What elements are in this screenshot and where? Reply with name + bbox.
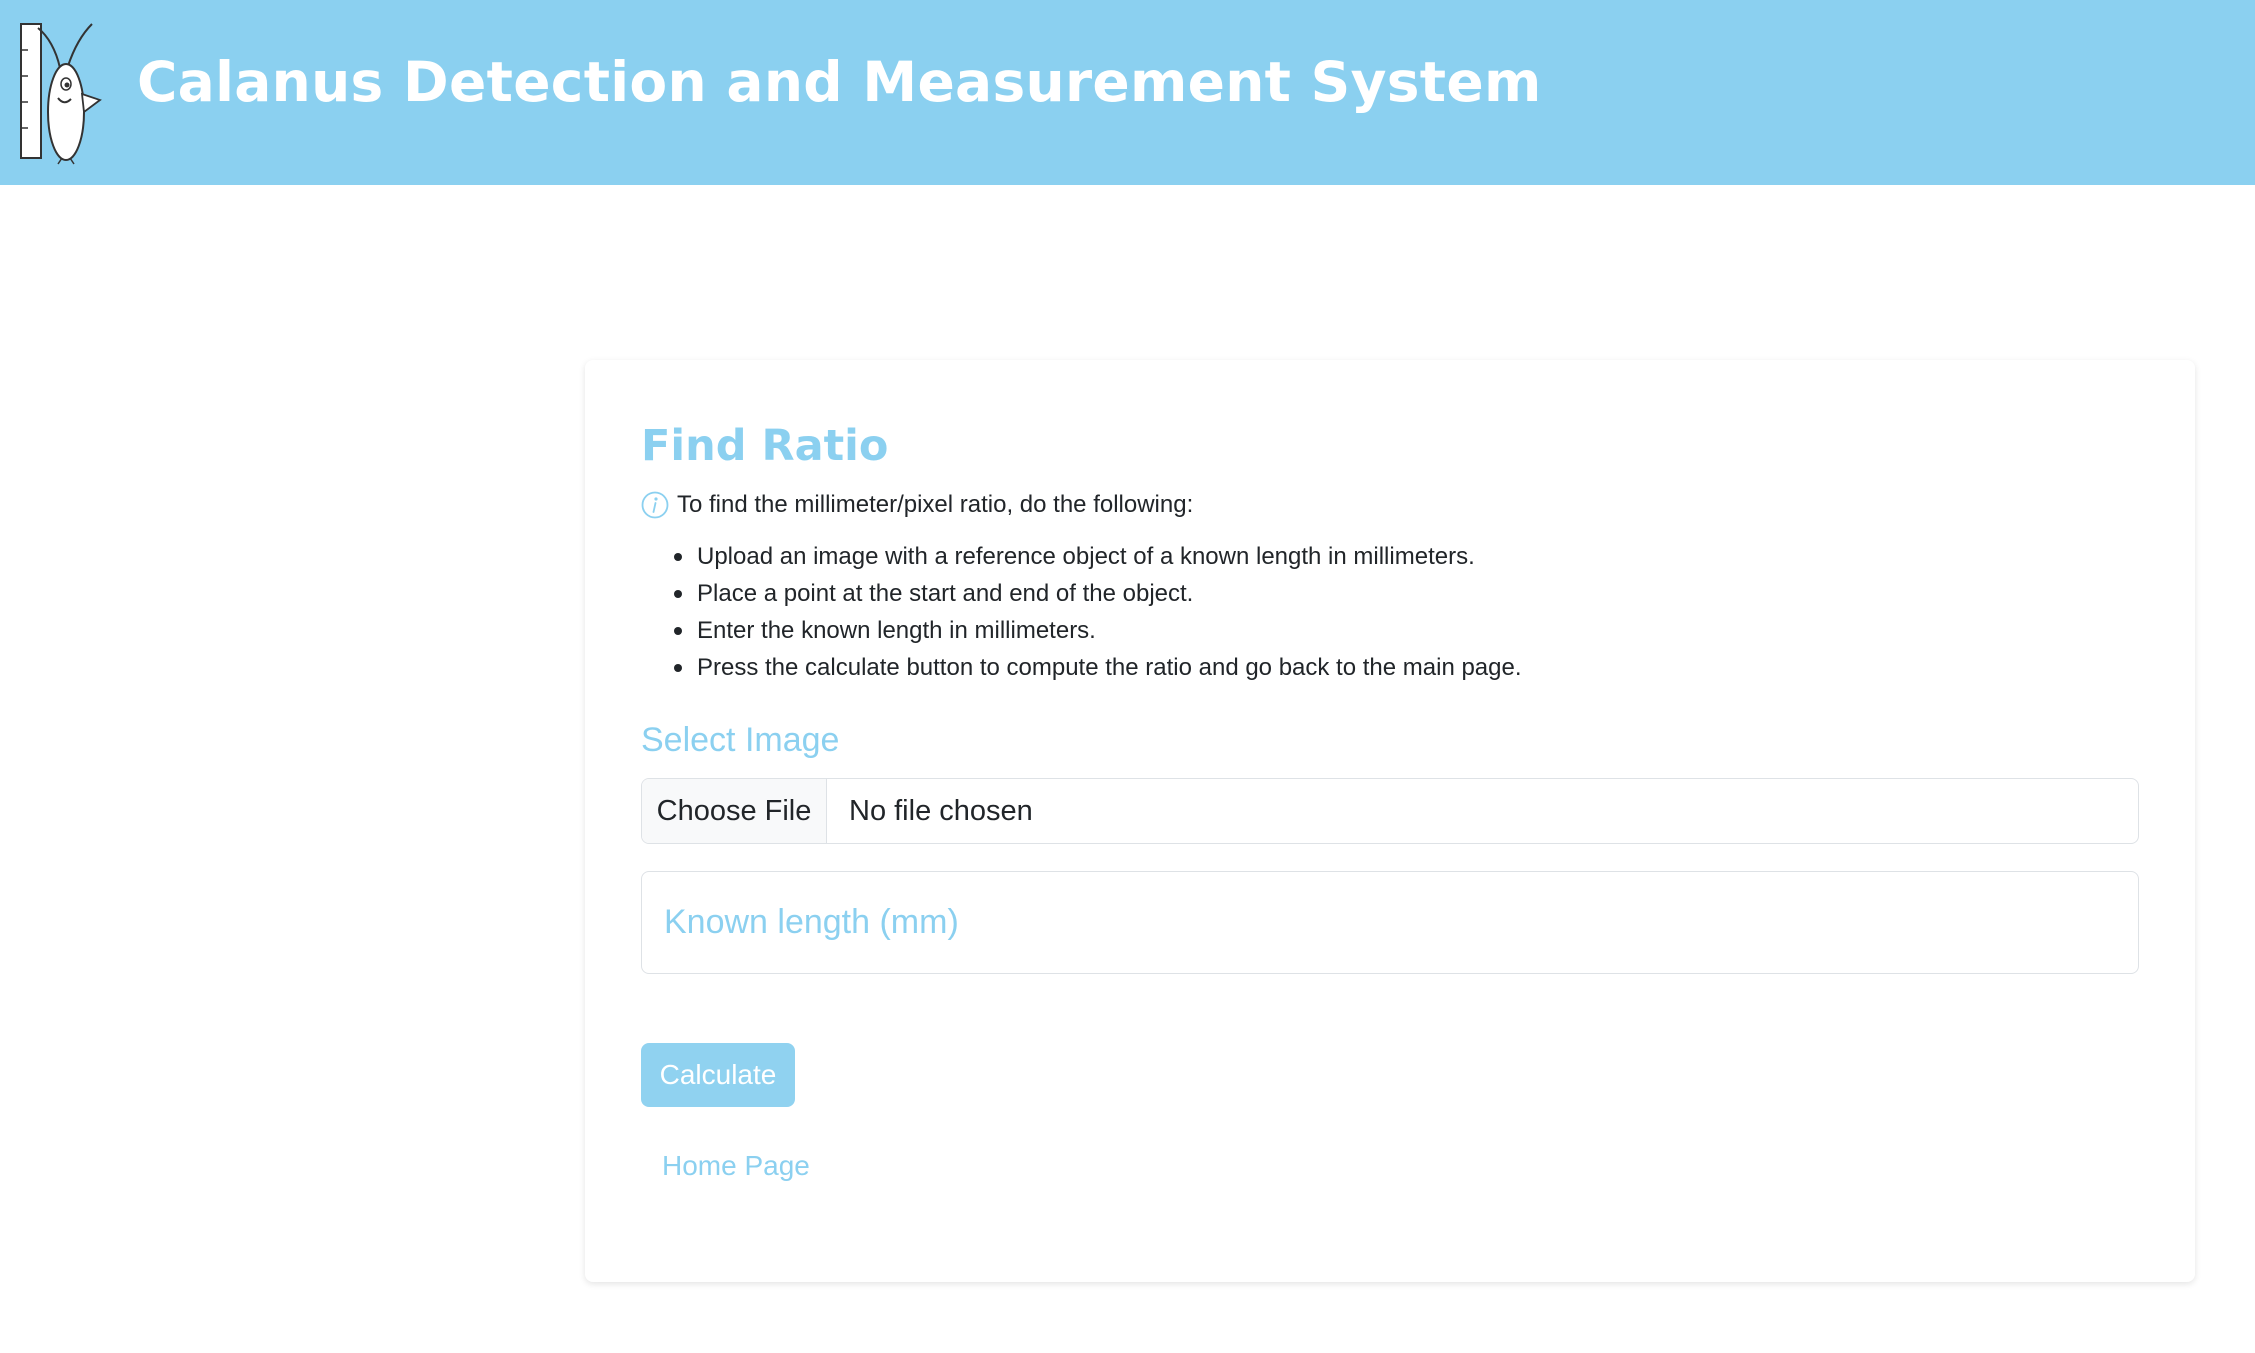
app-title: Calanus Detection and Measurement System [137,50,1542,114]
calculate-button[interactable]: Calculate [641,1043,795,1107]
home-page-link[interactable]: Home Page [662,1146,810,1186]
known-length-input[interactable] [641,871,2139,974]
instruction-step: Enter the known length in millimeters. [585,612,1522,649]
instruction-step: Upload an image with a reference object … [585,538,1522,575]
find-ratio-card: Find Ratio To find the millimeter/pixel … [585,360,2195,1282]
app-header: Calanus Detection and Measurement System [0,0,2255,185]
select-image-label: Select Image [641,721,840,759]
info-intro-text: To find the millimeter/pixel ratio, do t… [677,491,1194,518]
info-circle-icon [641,491,669,519]
file-status-text: No file chosen [849,794,1033,827]
calanus-logo-icon [20,23,102,165]
instruction-list: Upload an image with a reference object … [585,538,1522,686]
choose-file-button[interactable]: Choose File [642,779,827,843]
card-title: Find Ratio [641,421,889,471]
info-line: To find the millimeter/pixel ratio, do t… [641,488,1193,522]
instruction-step: Place a point at the start and end of th… [585,575,1522,612]
instruction-step: Press the calculate button to compute th… [585,649,1522,686]
image-file-input[interactable]: Choose File No file chosen [641,778,2139,844]
